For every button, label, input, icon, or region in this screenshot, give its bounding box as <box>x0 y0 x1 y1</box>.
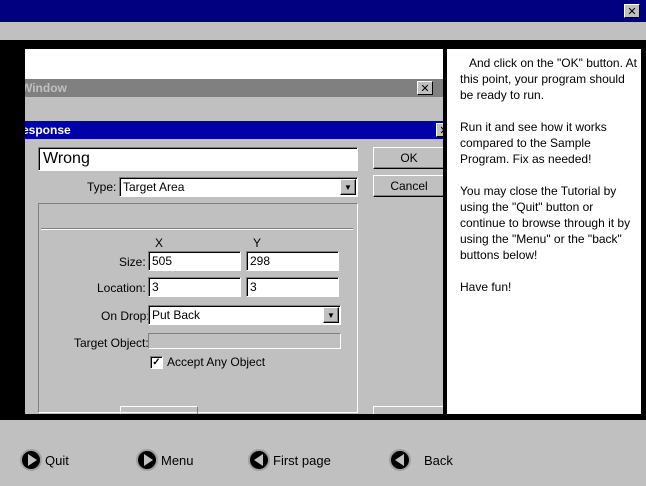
target-object-field <box>148 333 341 349</box>
background-window-title-text: Window <box>25 81 67 95</box>
location-label: Location: <box>97 281 146 295</box>
tutorial-paragraph: Run it and see how it works compared to … <box>460 120 607 166</box>
panel-divider <box>41 228 353 230</box>
tutorial-paragraph: You may close the Tutorial by using the … <box>460 184 631 262</box>
cancel-button-label: Cancel <box>390 179 428 193</box>
response-name-field: Wrong <box>38 147 358 171</box>
on-drop-select: Put Back ▼ <box>148 305 341 325</box>
tutorial-paragraph: And click on the "OK" button. At this po… <box>460 56 637 102</box>
quit-button[interactable]: Quit <box>20 448 69 472</box>
menu-label: Menu <box>161 452 194 468</box>
quit-label: Quit <box>45 452 69 468</box>
type-select: Target Area ▼ <box>119 177 358 197</box>
column-y-label: Y <box>253 236 262 250</box>
response-dialog: esponse ✕ Wrong OK Cancel Type: Target A… <box>25 121 443 414</box>
size-label: Size: <box>119 255 146 269</box>
check-icon: ✓ <box>152 356 161 368</box>
type-label: Type: <box>87 180 117 194</box>
title-bar <box>0 0 646 22</box>
cancel-button: Cancel <box>373 175 443 197</box>
chevron-down-icon: ▼ <box>340 179 356 195</box>
background-window-title: Window <box>25 79 443 97</box>
first-page-button[interactable]: First page <box>248 448 331 472</box>
arrow-right-icon <box>20 449 42 471</box>
arrow-left-icon <box>248 449 270 471</box>
close-icon: ✕ <box>417 81 433 95</box>
ok-button-label: OK <box>400 151 418 165</box>
first-page-label: First page <box>273 452 331 468</box>
tutorial-screenshot: Window ✕ esponse ✕ Wrong OK Cancel Type:… <box>25 49 443 414</box>
close-icon: ✕ <box>436 123 443 137</box>
chevron-down-icon: ▼ <box>323 307 339 323</box>
panel-edge <box>120 406 198 414</box>
size-x-field: 505 <box>148 251 241 271</box>
tutorial-paragraph: Have fun! <box>460 280 512 294</box>
tutorial-text-pane: And click on the "OK" button. At this po… <box>447 49 641 414</box>
dialog-title-text: esponse <box>25 123 71 137</box>
type-select-value: Target Area <box>123 180 185 194</box>
location-x-field: 3 <box>148 277 241 297</box>
back-label: Back <box>424 452 453 468</box>
panel-edge <box>373 406 443 414</box>
on-drop-select-value: Put Back <box>152 308 201 322</box>
column-x-label: X <box>155 236 164 250</box>
menu-button[interactable]: Menu <box>136 448 194 472</box>
bottom-strip <box>0 420 646 436</box>
accept-any-object-checkbox: ✓ <box>150 356 163 369</box>
size-y-field: 298 <box>246 251 339 271</box>
on-drop-label: On Drop: <box>101 309 150 323</box>
accept-any-object-label: Accept Any Object <box>167 355 266 369</box>
top-strip <box>0 22 646 40</box>
dialog-title-bar: esponse <box>25 121 443 139</box>
arrow-right-icon <box>136 449 158 471</box>
arrow-left-icon <box>389 449 411 471</box>
ok-button: OK <box>373 147 443 169</box>
close-icon[interactable]: ✕ <box>624 4 640 18</box>
location-y-field: 3 <box>246 277 339 297</box>
target-object-label: Target Object: <box>74 336 149 350</box>
back-button[interactable]: Back <box>389 448 453 472</box>
